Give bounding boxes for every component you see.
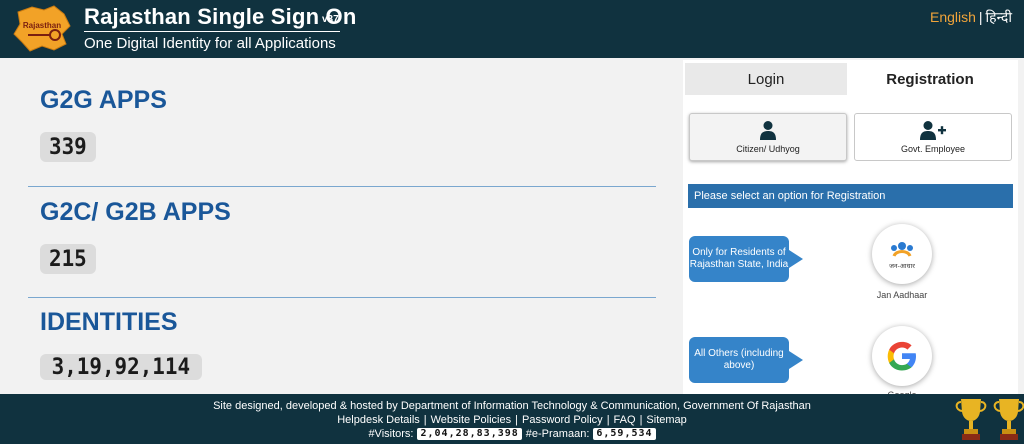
stat-label: G2C/ G2B APPS <box>40 198 231 226</box>
epramaan-label: #e-Pramaan: <box>525 428 590 440</box>
citizen-udhyog-label: Citizen/ Udhyog <box>736 144 800 154</box>
govt-employee-label: Govt. Employee <box>900 144 966 154</box>
stat-value: 339 <box>48 134 87 160</box>
language-switcher: English | हिन्दी <box>930 8 1012 27</box>
site-header: Rajasthan Rajasthan Single Sign On v37 O… <box>0 0 1024 58</box>
citizen-udhyog-button[interactable]: Citizen/ Udhyog <box>689 113 847 161</box>
jan-aadhaar-hint: Only for Residents of Rajasthan State, I… <box>689 236 803 282</box>
divider <box>28 297 656 298</box>
logo-text: Rajasthan <box>23 21 61 30</box>
stat-counter: 215 <box>40 244 96 274</box>
jan-aadhaar-button[interactable]: जन-आधार <box>872 224 932 284</box>
jan-aadhaar-logo-icon: जन-आधार <box>889 242 915 270</box>
stat-value: 215 <box>48 246 87 272</box>
epramaan-count: 6,59,534 <box>593 428 656 440</box>
visitors-count: 2,04,28,83,398 <box>417 428 522 440</box>
stat-label: G2G APPS <box>40 86 167 114</box>
rajasthan-logo[interactable]: Rajasthan <box>10 4 74 54</box>
tab-login[interactable]: Login <box>685 63 847 95</box>
footer-counters: #Visitors: 2,04,28,83,398 #e-Pramaan: 6,… <box>0 428 1024 440</box>
footer-link-helpdesk[interactable]: Helpdesk Details <box>337 414 420 426</box>
stat-value: 3,19,92,114 <box>51 354 191 380</box>
footer-link-sitemap[interactable]: Sitemap <box>646 414 686 426</box>
google-hint: All Others (including above) <box>689 337 803 383</box>
visitors-label: #Visitors: <box>368 428 414 440</box>
stats-panel: G2G APPS 339 G2C/ G2B APPS 215 IDENTITIE… <box>4 60 674 394</box>
footer-links: Helpdesk Details | Website Policies | Passwo… <box>337 414 687 426</box>
app-title: Rajasthan Single Sign On <box>84 4 357 29</box>
user-icon <box>760 121 776 140</box>
google-signin-button[interactable] <box>872 326 932 386</box>
google-icon <box>887 341 916 371</box>
title-underline <box>84 31 340 32</box>
govt-employee-button[interactable]: Govt. Employee <box>854 113 1012 161</box>
tab-registration[interactable]: Registration <box>849 63 1011 95</box>
app-version: v37 <box>322 14 339 25</box>
trophy-icon <box>993 399 1024 440</box>
footer-credit: Site designed, developed & hosted by Dep… <box>213 400 811 412</box>
site-footer: Site designed, developed & hosted by Dep… <box>0 394 1024 444</box>
footer-link-faq[interactable]: FAQ <box>614 414 636 426</box>
user-plus-icon <box>920 121 946 140</box>
stat-label: IDENTITIES <box>40 308 178 336</box>
stat-counter: 3,19,92,114 <box>40 354 202 380</box>
divider <box>28 186 656 187</box>
trophy-icon <box>955 399 987 440</box>
footer-link-website-policies[interactable]: Website Policies <box>431 414 512 426</box>
stat-counter: 339 <box>40 132 96 162</box>
lang-english[interactable]: English <box>930 9 976 25</box>
auth-panel: Login Registration Citizen/ Udhyog Govt.… <box>683 60 1018 400</box>
registration-notice: Please select an option for Registration <box>688 184 1013 208</box>
lang-separator: | <box>978 9 983 25</box>
jan-aadhaar-caption: Jan Aadhaar <box>876 290 928 300</box>
app-tagline: One Digital Identity for all Application… <box>84 35 336 52</box>
jan-aadhaar-logo-text: जन-आधार <box>889 262 915 270</box>
lang-hindi[interactable]: हिन्दी <box>986 9 1012 25</box>
footer-link-password-policy[interactable]: Password Policy <box>522 414 603 426</box>
